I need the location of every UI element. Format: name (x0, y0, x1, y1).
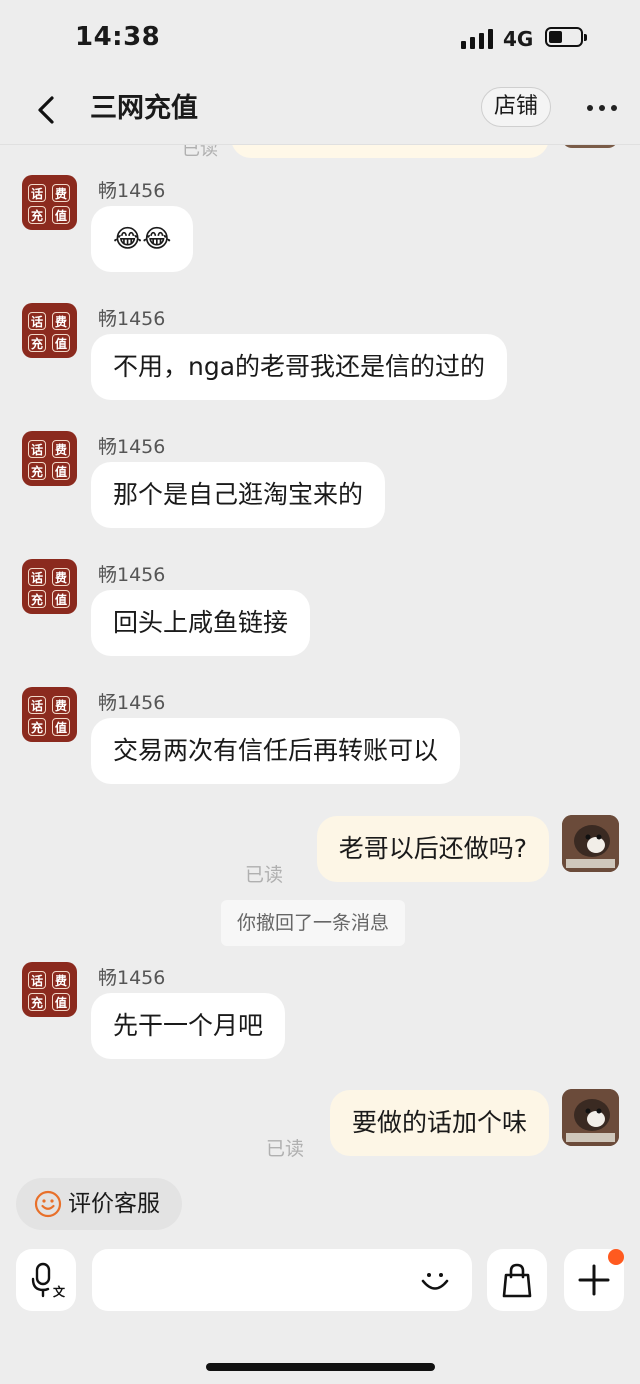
read-receipt: 已读 (245, 864, 284, 886)
sender-name: 畅1456 (98, 308, 166, 330)
svg-text:文: 文 (53, 1284, 66, 1299)
incoming-message[interactable]: 那个是自己逛淘宝来的 (91, 462, 386, 528)
more-dots-icon[interactable] (584, 97, 620, 117)
rate-service-label: 评价客服 (68, 1191, 160, 1217)
read-receipt: 已读 (266, 1138, 305, 1160)
my-avatar[interactable] (562, 1089, 619, 1146)
shop-avatar[interactable]: 话费充值 (22, 303, 77, 358)
sender-name: 畅1456 (98, 692, 166, 714)
my-avatar[interactable] (562, 815, 619, 872)
outgoing-message[interactable]: 要做的话加个味 (329, 1090, 549, 1156)
incoming-message[interactable]: 先干一个月吧 (91, 993, 286, 1059)
emoji-icon[interactable] (418, 1263, 452, 1297)
sender-name: 畅1456 (98, 967, 166, 989)
network-type: 4G (503, 27, 534, 51)
chat-title: 三网充值 (90, 93, 198, 124)
incoming-message[interactable]: 交易两次有信任后再转账可以 (91, 718, 461, 784)
shopping-bag-icon (502, 1263, 532, 1298)
chat-header: 三网充值 店铺 (0, 76, 640, 145)
battery-icon (545, 27, 587, 47)
shopping-button[interactable] (487, 1249, 547, 1311)
recalled-message-notice: 你撤回了一条消息 (221, 900, 406, 946)
incoming-message[interactable]: 不用，nga的老哥我还是信的过的 (91, 334, 508, 400)
incoming-message[interactable]: 😂😂 (91, 206, 194, 272)
status-time: 14:38 (75, 22, 161, 52)
message-input[interactable] (92, 1249, 472, 1311)
sender-name: 畅1456 (98, 564, 166, 586)
smile-icon (34, 1190, 62, 1218)
rate-service-button[interactable]: 评价客服 (16, 1178, 182, 1230)
voice-button[interactable]: 文 (16, 1249, 76, 1311)
shop-avatar[interactable]: 话费充值 (22, 175, 77, 230)
chevron-left-icon[interactable] (32, 92, 64, 128)
notification-badge (608, 1249, 624, 1265)
voice-translate-icon: 文 (31, 1262, 66, 1299)
outgoing-message[interactable]: 老哥以后还做吗? (316, 816, 549, 882)
sender-name: 畅1456 (98, 436, 166, 458)
shop-avatar[interactable]: 话费充值 (22, 559, 77, 614)
sender-name: 畅1456 (98, 180, 166, 202)
home-indicator (206, 1363, 435, 1371)
shop-avatar[interactable]: 话费充值 (22, 962, 77, 1017)
shop-button[interactable]: 店铺 (481, 87, 551, 127)
shop-avatar[interactable]: 话费充值 (22, 687, 77, 742)
signal-icon (461, 29, 495, 49)
status-bar: 14:38 4G (0, 0, 640, 76)
dog-avatar-image (562, 1089, 619, 1146)
incoming-message[interactable]: 回头上咸鱼链接 (91, 590, 311, 656)
shop-avatar[interactable]: 话费充值 (22, 431, 77, 486)
dog-avatar-image (562, 815, 619, 872)
